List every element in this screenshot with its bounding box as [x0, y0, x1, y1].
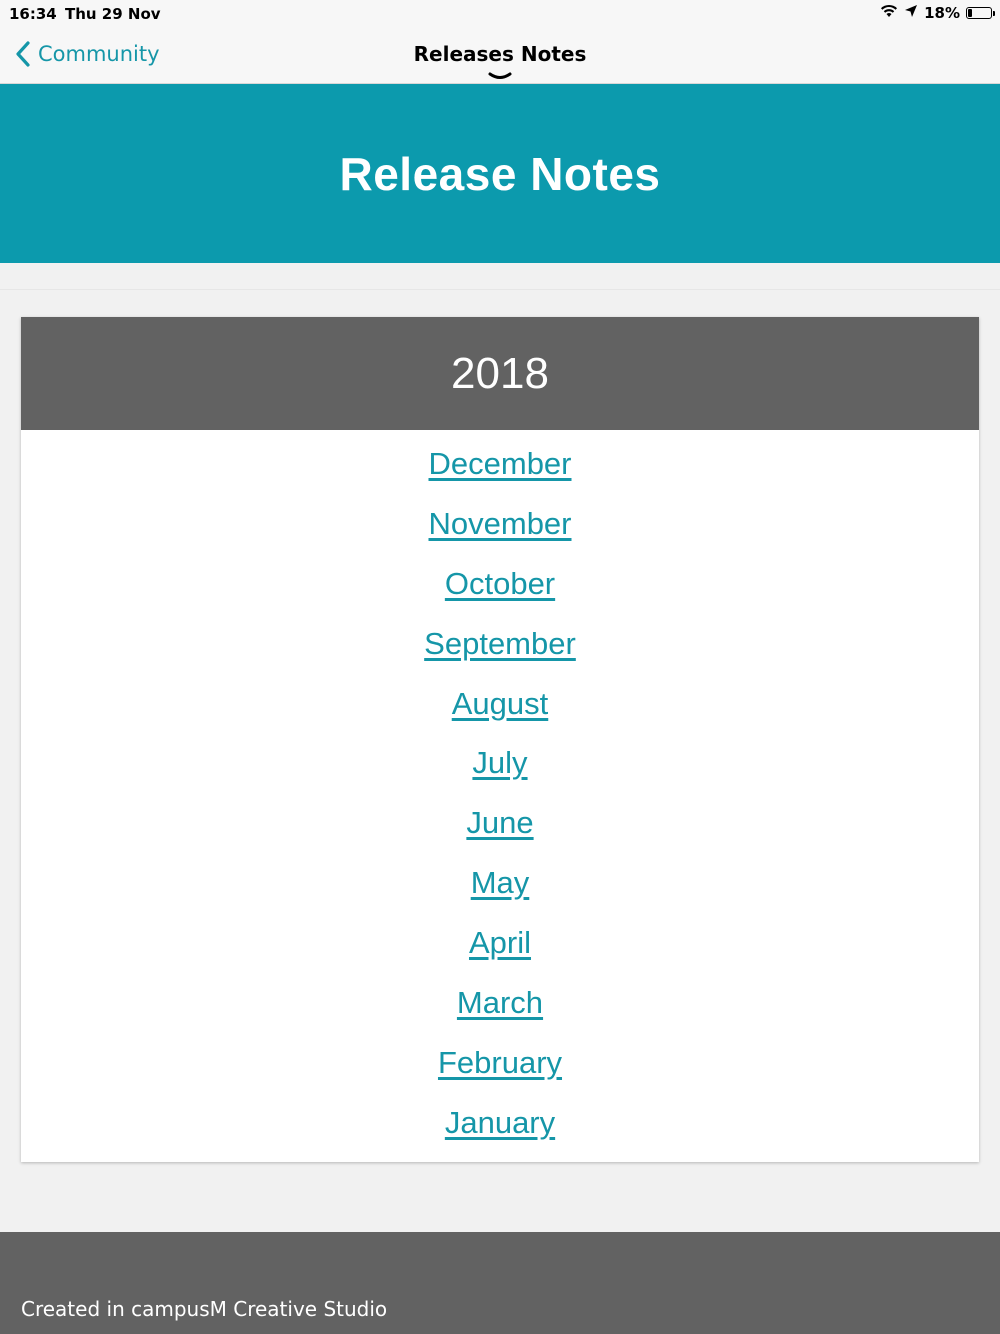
footer-credit: Created in campusM Creative Studio — [21, 1297, 388, 1321]
divider — [0, 289, 1000, 290]
month-link-december[interactable]: December — [429, 446, 572, 481]
release-notes-card: 2018 December November October September… — [21, 317, 979, 1162]
list-item: August — [21, 686, 979, 746]
list-item: May — [21, 865, 979, 925]
month-link-april[interactable]: April — [469, 925, 531, 960]
month-link-october[interactable]: October — [445, 566, 555, 601]
list-item: June — [21, 805, 979, 865]
month-link-november[interactable]: November — [429, 506, 572, 541]
location-arrow-icon — [904, 4, 918, 22]
month-list: December November October September Augu… — [21, 430, 979, 1165]
navigation-bar: Community Releases Notes — [0, 28, 1000, 84]
month-link-june[interactable]: June — [466, 805, 533, 840]
year-header: 2018 — [21, 317, 979, 430]
wifi-icon — [880, 4, 898, 22]
month-link-march[interactable]: March — [457, 985, 543, 1020]
list-item: July — [21, 745, 979, 805]
page-banner: Release Notes — [0, 84, 1000, 263]
battery-fill — [968, 9, 972, 17]
month-link-may[interactable]: May — [471, 865, 530, 900]
status-time: 16:34 — [9, 5, 57, 23]
month-link-july[interactable]: July — [472, 745, 527, 780]
battery-icon — [966, 7, 995, 19]
list-item: November — [21, 506, 979, 566]
month-link-september[interactable]: September — [424, 626, 576, 661]
page-title: Release Notes — [339, 147, 661, 200]
list-item: March — [21, 985, 979, 1045]
list-item: September — [21, 626, 979, 686]
status-date: Thu 29 Nov — [65, 5, 161, 23]
status-bar: 16:34 Thu 29 Nov 18% — [0, 0, 1000, 28]
chevron-down-icon[interactable] — [488, 72, 512, 80]
list-item: February — [21, 1045, 979, 1105]
nav-title[interactable]: Releases Notes — [0, 42, 1000, 66]
list-item: April — [21, 925, 979, 985]
month-link-february[interactable]: February — [438, 1045, 562, 1080]
footer: Created in campusM Creative Studio — [0, 1232, 1000, 1334]
list-item: January — [21, 1105, 979, 1165]
list-item: December — [21, 446, 979, 506]
battery-percentage: 18% — [924, 4, 960, 22]
month-link-august[interactable]: August — [452, 686, 549, 721]
status-indicators: 18% — [880, 4, 995, 22]
month-link-january[interactable]: January — [445, 1105, 555, 1140]
list-item: October — [21, 566, 979, 626]
